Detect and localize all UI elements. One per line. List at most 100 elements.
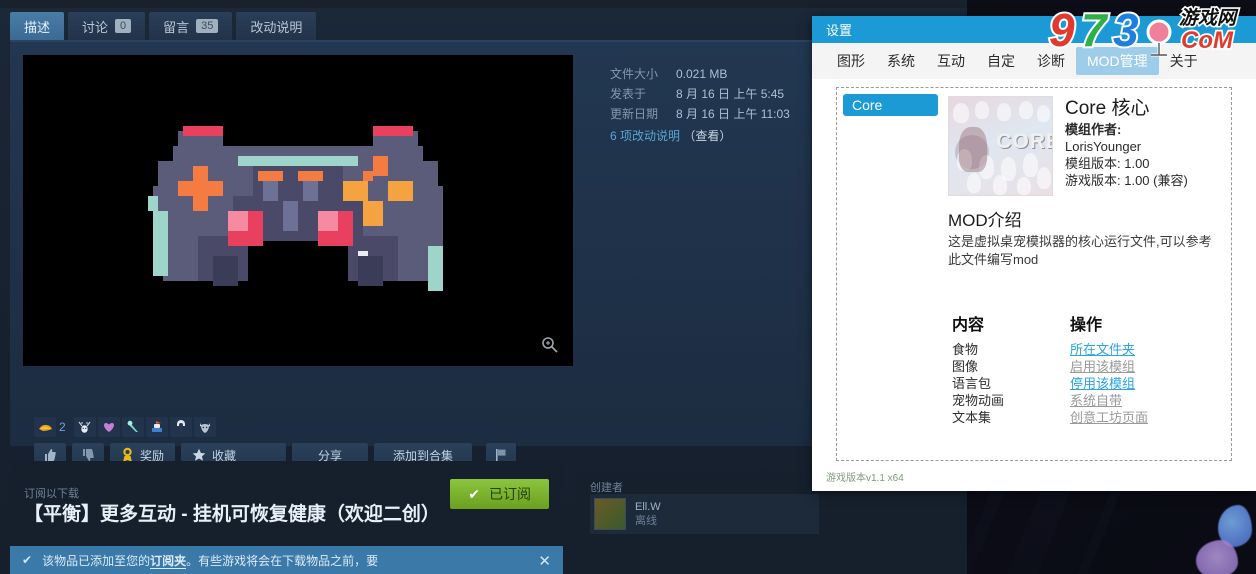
tab-changelog[interactable]: 改动说明 [236,12,316,40]
wolf-award-icon[interactable] [194,417,216,437]
tab-label: 描述 [24,17,50,36]
mod-author-label: 模组作者: [1065,122,1121,137]
check-icon: ✔ [468,486,480,503]
deer-award-glyph [77,421,92,434]
preview-image[interactable] [23,55,573,366]
magnifier-icon[interactable] [540,335,560,355]
meta-key: 发表于 [610,84,676,104]
meta-value: 8 月 16 日 上午 11:03 [676,104,790,124]
content-column-heading: 内容 [952,311,1070,335]
meta-key: 更新日期 [610,104,676,124]
list-item: 启用该模组 [1070,358,1188,375]
deer-award-icon[interactable] [74,417,96,437]
creator-card[interactable]: Ell.W 离线 [590,494,819,534]
butterfly-decoration [1196,540,1238,574]
tab-comments[interactable]: 留言 35 [149,12,232,40]
creator-texts: Ell.W 离线 [635,500,661,528]
open-folder-link[interactable]: 所在文件夹 [1070,341,1135,358]
gold-award-icon[interactable] [34,417,56,437]
list-item: 图像 [952,358,1070,375]
tab-description[interactable]: 描述 [10,12,64,40]
mod-info: Core 核心 模组作者: LorisYounger 模组版本: 1.00 游戏… [1065,96,1221,196]
dialog-tabbar: 图形 系统 互动 自定 诊断 MOD管理 关于 [812,43,1256,79]
star-icon [192,448,206,462]
hypno-award-icon[interactable] [170,417,192,437]
subscribe-panel: 订阅以下载 【平衡】更多互动 - 挂机可恢复健康（欢迎二创） ✔ 已订阅 [10,461,563,545]
tab-mod-management[interactable]: MOD管理 [1076,47,1159,75]
settings-dialog: 设置 图形 系统 互动 自定 诊断 MOD管理 关于 Core [812,16,1256,491]
meta-key: 文件大小 [610,64,676,84]
tab-label: 自定 [987,53,1015,69]
close-icon[interactable]: ✕ [538,552,551,570]
subscriptions-link[interactable]: 订阅夹 [150,554,186,569]
mod-author-key: 模组作者: [1065,121,1221,138]
mod-management-panel: Core [836,87,1232,461]
notification-text-before: 该物品已添加至您的 [42,554,150,568]
tab-interaction[interactable]: 互动 [926,47,976,75]
mod-columns: 内容 食物 图像 语言包 宠物动画 文本集 操作 [948,311,1221,426]
gold-award-glyph [38,422,53,433]
heart-award-glyph [102,421,116,433]
subscription-notification: ✔ 该物品已添加至您的订阅夹。有些游戏将会在下载物品之前，要 ✕ [10,546,563,574]
list-item: 系统自带 [1070,392,1188,409]
award-count: 2 [59,420,66,434]
subscribed-button[interactable]: ✔ 已订阅 [450,479,549,509]
dialog-body: Core [812,79,1256,491]
disable-mod-link[interactable]: 停用该模组 [1070,375,1135,392]
mod-thumbnail: CORE [948,96,1053,196]
notification-text-after: 。有些游戏将会在下载物品之前，要 [186,554,378,568]
list-item: 语言包 [952,375,1070,392]
heart-award-icon[interactable] [98,417,120,437]
mod-intro-text: 这是虚拟桌宠模拟器的核心运行文件,可以参考此文件编写mod [948,233,1221,269]
subscribed-button-label: 已订阅 [489,484,531,504]
tab-label: 图形 [837,53,865,69]
list-item: 食物 [952,341,1070,358]
tab-label: 改动说明 [250,17,302,36]
creator-status: 离线 [635,514,661,528]
hypno-award-glyph [175,420,187,434]
gem-award-icon[interactable] [122,417,144,437]
controller-svg [133,116,463,301]
list-item: 创意工坊页面 [1070,409,1188,426]
meta-value: 0.021 MB [676,64,727,84]
tab-diagnostics[interactable]: 诊断 [1026,47,1076,75]
tab-custom[interactable]: 自定 [976,47,1026,75]
mod-detail: CORE Core 核心 模组作者: LorisYounger 模组版本: 1.… [942,88,1231,460]
mod-list-item-core[interactable]: Core [843,94,938,116]
dialog-footer-version: 游戏版本v1.1 x64 [826,469,904,484]
tab-label: 留言 [163,17,189,36]
mod-intro-heading: MOD介绍 [948,206,1221,231]
mod-header: CORE Core 核心 模组作者: LorisYounger 模组版本: 1.… [948,96,1221,196]
dialog-title: 设置 [826,20,852,39]
system-builtin-link[interactable]: 系统自带 [1070,392,1122,409]
list-item: 宠物动画 [952,392,1070,409]
tab-label: 诊断 [1037,53,1065,69]
avatar [594,498,626,530]
list-item: 文本集 [952,409,1070,426]
changelog-label: 6 项改动说明 [610,129,680,143]
wolf-award-glyph [198,421,212,434]
meta-value: 8 月 16 日 上午 5:45 [676,84,784,104]
list-item: 所在文件夹 [1070,341,1188,358]
check-icon: ✔ [22,553,32,567]
content-list: 食物 图像 语言包 宠物动画 文本集 [952,341,1070,426]
creator-heading: 创建者 [590,479,623,495]
mod-name: Core 核心 [1065,96,1221,121]
pixel-controller-art [133,116,463,306]
tab-discussions[interactable]: 讨论 0 [68,12,145,40]
changelog-view-label: （查看） [683,129,731,143]
mod-list: Core [837,88,942,460]
tab-system[interactable]: 系统 [876,47,926,75]
mailbox-award-icon[interactable] [146,417,168,437]
flag-icon [495,448,507,462]
mod-list-item-label: Core [852,97,882,113]
tab-about[interactable]: 关于 [1159,47,1209,75]
tab-graphics[interactable]: 图形 [826,47,876,75]
workshop-page-link[interactable]: 创意工坊页面 [1070,409,1148,426]
enable-mod-link[interactable]: 启用该模组 [1070,358,1135,375]
thumbnail-core-text: CORE [996,130,1053,154]
tab-label: 互动 [937,53,965,69]
game-version: 游戏版本: 1.00 (兼容) [1065,172,1221,189]
action-column-heading: 操作 [1070,311,1188,335]
tab-count: 0 [115,19,131,33]
